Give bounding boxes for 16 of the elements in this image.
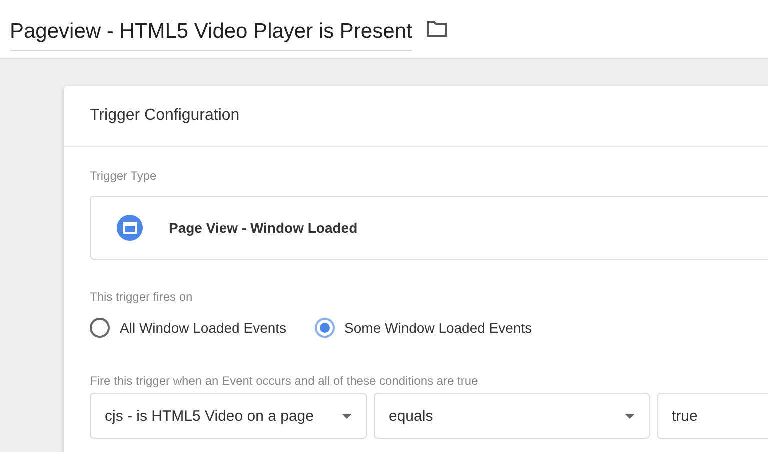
- input-field[interactable]: true: [657, 393, 768, 439]
- field-label: This trigger fires on: [90, 290, 194, 304]
- card-title: Trigger Configuration: [90, 107, 240, 125]
- trigger-type-selector[interactable]: Page View - Window Loaded: [90, 196, 768, 260]
- field-label: Trigger Type: [90, 169, 158, 183]
- field-label: Fire this trigger when an Event occurs and all of these conditions are true: [90, 374, 480, 388]
- folder-icon[interactable]: [426, 20, 448, 38]
- caret-icon: [625, 414, 635, 418]
- caret-icon: [342, 414, 352, 418]
- window-icon: [117, 215, 143, 241]
- radio-label[interactable]: All Window Loaded Events: [120, 320, 287, 336]
- dropdown-field[interactable]: equals: [374, 393, 650, 439]
- radio-button[interactable]: [314, 318, 335, 338]
- radio-label[interactable]: Some Window Loaded Events: [344, 320, 532, 336]
- dropdown-field[interactable]: cjs - is HTML5 Video on a page: [90, 393, 367, 439]
- radio-button[interactable]: [90, 318, 110, 338]
